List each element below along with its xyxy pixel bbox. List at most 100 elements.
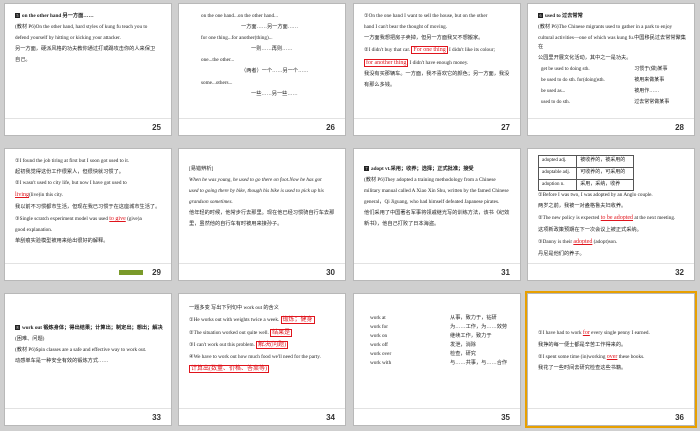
meaning: 与……共事，与……合作 [450, 360, 508, 367]
slide-thumbnail-29[interactable]: ①I found the job tiring at first but I s… [4, 148, 172, 281]
table-cell: 被用作…… [634, 88, 660, 94]
slide-text: ①He works out with weights twice a week. [189, 317, 280, 324]
slide-text: 我没有买那辆车。一方面，我不喜欢它的颜色；另一方面，我没 [364, 71, 510, 78]
meaning: 继续工作，致力于 [450, 333, 492, 340]
table-cell: be used as... [541, 88, 566, 94]
slide-text: (教材 P6)On the other hand, hard styles of… [15, 24, 148, 31]
slide-text: (教材 P6)The Chinese migrants used to gath… [538, 24, 673, 31]
slide-footer: 25 [5, 118, 171, 135]
slide-content: 5 on the other hand 另一方面…… (教材 P6)On the … [15, 12, 163, 115]
page-number: 28 [675, 123, 684, 132]
slide-text: 一些……另一些…… [251, 90, 298, 97]
slide-text: 我以前不习惯都市生活，但现在我已习惯于在这座城市生活了。 [15, 203, 161, 210]
meaning: 为……工作，为……效劳 [450, 324, 508, 331]
slide-text: ④We have to work out how much food we'll… [189, 353, 321, 360]
table-cell: 可收养的，可采用的 [576, 166, 634, 180]
word-family-table: adopted adj. 被收养的，被采用的 adoptable adj. 可收养的… [537, 155, 634, 192]
table-cell: 被收养的，被采用的 [576, 155, 634, 168]
slide-thumbnail-34[interactable]: 一题多变 写出下列句中 work out 的含义 ①He works out w… [178, 293, 346, 426]
phrase: work for [370, 324, 389, 331]
phrase: work with [370, 360, 392, 367]
slide-thumbnail-31[interactable]: 7 adopt vt.采用；收养；选择；正式批准；接受 (教材 P6)They a… [353, 148, 521, 281]
page-number: 31 [501, 268, 510, 277]
slide-footer: 29 [5, 263, 171, 280]
slide-thumbnail-27[interactable]: ①On the one hand I want to sell the hous… [353, 3, 521, 136]
table-cell: 过去常常做某事 [634, 99, 670, 105]
slide-thumbnail-33[interactable]: 8 work out 锻炼身体；得出结果；计算出；制定出；想出；解决 (困难、问题… [4, 293, 172, 426]
meaning: 发泄，消除 [450, 342, 476, 349]
slide-thumbnail-26[interactable]: on the one hand...on the other hand... 一… [178, 3, 346, 136]
table-cell: adoptable adj. [537, 166, 578, 180]
page-number: 29 [152, 268, 161, 277]
slide-thumbnail-28[interactable]: 6 used to 过去常常 (教材 P6)The Chinese migrant… [527, 3, 695, 136]
phrase: work on [370, 333, 388, 340]
answer-text: 锻炼；健身 [280, 316, 315, 325]
page-number: 25 [152, 123, 161, 132]
page-number: 27 [501, 123, 510, 132]
slide-sorter-grid: 5 on the other hand 另一方面…… (教材 P6)On the … [0, 0, 700, 431]
page-number: 35 [501, 413, 510, 422]
slide-content: work at 从事，致力于，钻研 work for 为……工作，为……效劳 wor… [370, 314, 512, 405]
answer-text: living [15, 192, 30, 199]
slide-text: general，Qi Jiguang, who had himself defe… [364, 199, 500, 206]
slide-heading: work out 锻炼身体；得出结果；计算出；制定出；想出；解决 [22, 325, 163, 331]
slide-thumbnail-35[interactable]: work at 从事，致力于，钻研 work for 为……工作，为……效劳 wor… [353, 293, 521, 426]
slide-footer: 33 [5, 408, 171, 425]
slide-heading: on the other hand 另一方面…… [22, 13, 94, 19]
slide-text: 公园里开展文化活动，其中之一是功夫。 [538, 55, 632, 62]
answer-text: to give [109, 215, 126, 222]
slide-text: ③I can't work out this problem. [189, 342, 255, 349]
slide-footer: 28 [528, 118, 694, 135]
slide-footer: 30 [179, 263, 345, 280]
slide-text: 我花了一些时间去研究检查这些书籍。 [538, 365, 627, 372]
slide-text: ①Before I was two, I was adopted by an A… [538, 192, 653, 199]
table-cell: 习惯于(做)某事 [634, 67, 668, 73]
slide-text: cultural activities—one of which was kun… [538, 35, 686, 51]
slide-text: 两岁之前，我被一对盎格鲁夫妇收养。 [538, 203, 627, 210]
slide-thumbnail-30[interactable]: [易错辨析] When he was young, he used to go … [178, 148, 346, 281]
meaning: 检查，研究 [450, 351, 476, 358]
slide-text: hand I can't bear the thought of moving. [364, 24, 448, 31]
slide-text: ③Single scratch experiment model was use… [15, 215, 108, 222]
slide-text: ②I wasn't used to city life, but now I h… [15, 180, 127, 187]
slide-text: good explanation. [15, 227, 53, 234]
phrase-row: work on 继续工作，致力于 [370, 332, 512, 341]
page-number: 26 [326, 123, 335, 132]
slide-text: [易错辨析] [189, 166, 214, 172]
slide-content: on the one hand...on the other hand... 一… [201, 12, 337, 115]
slide-content: ①I have had to work for every single pen… [538, 328, 686, 405]
slide-text: 我挣的每一便士都是辛苦工作得来的。 [538, 341, 627, 348]
slide-footer: 34 [179, 408, 345, 425]
page-number: 32 [675, 268, 684, 277]
slide-text: every single penny I earned. [591, 330, 650, 336]
slide-thumbnail-36[interactable]: ①I have had to work for every single pen… [525, 291, 697, 428]
slide-text: 他们采用了中国著名军事将领戚继光写的训练方法，该书《纪效 [364, 210, 510, 217]
slide-content: adopted adj. 被收养的，被采用的 adoptable adj. 可收养的… [537, 155, 686, 260]
slide-text: 有那么多钱。 [364, 82, 396, 89]
slide-text: used to going there by bike, though his … [189, 188, 324, 195]
slide-text: (adopt)son. [593, 239, 618, 246]
slide-heading: adopt vt.采用；收养；选择；正式批准；接受 [371, 166, 474, 172]
slide-footer: 32 [528, 263, 694, 280]
slide-content: ①I found the job tiring at first but I s… [15, 157, 163, 260]
table-cell: adoption n. [537, 178, 578, 192]
slide-footer: 36 [528, 408, 694, 425]
slide-text: ①On the one hand I want to sell the hous… [364, 13, 488, 19]
slide-text: ②The new policy is expected [538, 215, 600, 222]
slide-text: for one thing...for another(thing)... [201, 35, 273, 42]
slide-thumbnail-32[interactable]: adopted adj. 被收养的，被采用的 adoptable adj. 可收养的… [527, 148, 695, 281]
table-cell: be used to do sth. for(doing)sth. [541, 78, 605, 84]
slide-footer: 26 [179, 118, 345, 135]
slide-heading: used to 过去常常 [545, 13, 583, 19]
slide-footer: 31 [354, 263, 520, 280]
slide-text: grandson sometimes. [189, 199, 233, 206]
slide-content: 6 used to 过去常常 (教材 P6)The Chinese migrant… [538, 12, 686, 115]
bullet-square-icon: 8 [15, 325, 20, 331]
bullet-square-icon: 7 [364, 166, 369, 172]
phrase-row: work at 从事，致力于，钻研 [370, 314, 512, 323]
slide-footer: 35 [354, 408, 520, 425]
slide-text: 他年轻的时候，他常步行去那里。现在他已经习惯骑自行车去那 [189, 210, 335, 217]
answer-text: 结果是 [270, 328, 293, 337]
slide-thumbnail-25[interactable]: 5 on the other hand 另一方面…… (教材 P6)On the … [4, 3, 172, 136]
slide-text: ②I didn't buy that car. [364, 47, 411, 54]
